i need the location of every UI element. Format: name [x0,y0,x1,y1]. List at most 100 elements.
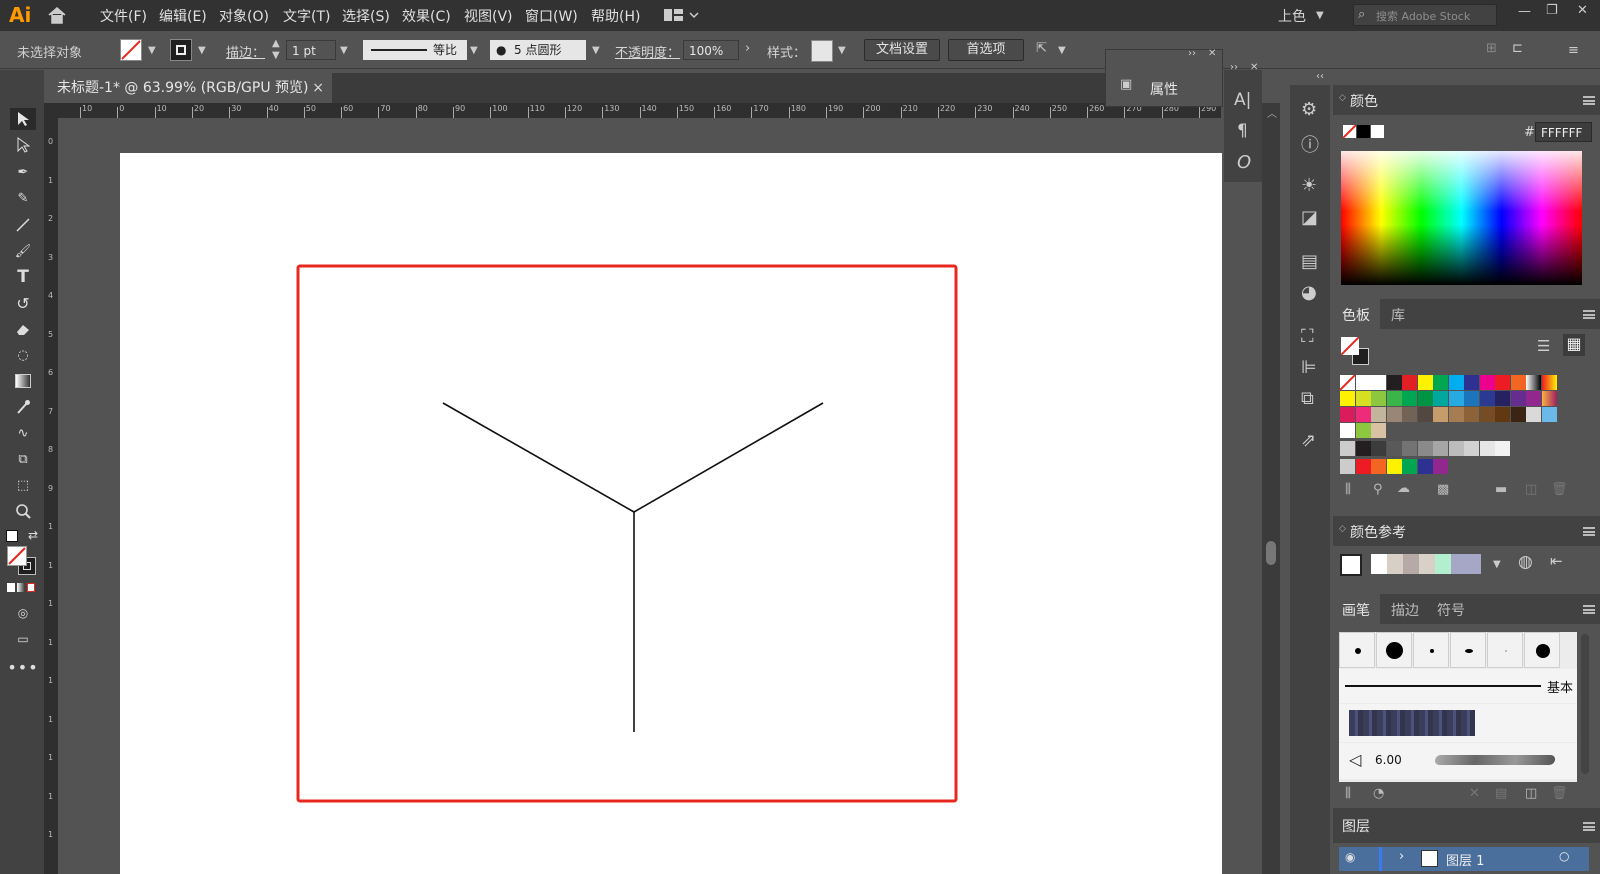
brush-tip-4[interactable] [1450,632,1486,668]
swatch[interactable] [1495,391,1510,406]
preferences-button[interactable]: 首选项 [948,39,1024,61]
swatch[interactable] [1479,441,1495,456]
tab-libraries[interactable]: 库 [1391,305,1405,325]
opacity-label[interactable]: 不透明度： [615,42,680,61]
new-group-icon[interactable]: ▬ [1495,482,1507,497]
swatch[interactable] [1355,391,1371,406]
minimize-icon[interactable]: — [1518,4,1531,19]
direct-selection-tool-icon[interactable] [10,134,36,156]
library-icon[interactable]: ⫼ [1345,482,1351,497]
swatch[interactable] [1340,423,1355,438]
new-brush-icon[interactable]: ◫ [1525,786,1537,801]
swatch[interactable] [1417,375,1433,390]
black-swatch[interactable] [1357,125,1370,138]
scroll-up-icon[interactable]: ︿ [1267,105,1277,120]
zoom-tool-icon[interactable] [10,500,36,522]
save-group-icon[interactable]: ⇤ [1550,552,1563,570]
chevron-down-icon[interactable]: ▼ [1316,10,1324,21]
swatch[interactable] [1355,375,1371,390]
chevron-right-icon[interactable]: › [1399,849,1404,864]
menu-help[interactable]: 帮助(H) [591,6,640,26]
brush-list[interactable]: 基本 ◁ 6.00 [1339,632,1577,782]
swatch[interactable] [1355,407,1371,422]
align-icon[interactable]: ⊞ [1486,41,1497,56]
fill-stroke-mini[interactable] [1340,336,1371,367]
swatch[interactable] [1541,391,1557,406]
menu-effect[interactable]: 效果(C) [402,6,451,26]
color-spectrum[interactable] [1341,151,1582,285]
chevron-down-icon[interactable]: ▼ [1493,559,1501,570]
document-setup-button[interactable]: 文档设置 [864,39,940,61]
align-panel-icon[interactable]: ⊫ [1301,357,1317,378]
swatch[interactable] [1495,375,1510,390]
export-icon[interactable]: ⇗ [1301,430,1316,451]
stock-search[interactable]: ⌕ 搜索 Adobe Stock [1353,4,1497,26]
swatch[interactable] [1402,441,1417,456]
vertical-scrollbar[interactable]: ︿ [1262,103,1280,874]
shape-builder-tool-icon[interactable]: ⧉ [10,448,36,470]
list-view-icon[interactable]: ☰ [1537,337,1557,357]
chevron-down-icon[interactable]: ▼ [470,45,478,56]
swatch[interactable] [1526,391,1541,406]
arrange-documents-icon[interactable] [664,9,700,27]
search-input[interactable]: 搜索 Adobe Stock [1376,8,1470,24]
brush-tip-6[interactable] [1524,632,1560,668]
chevron-down-icon[interactable]: ▼ [838,45,846,56]
fill-swatch[interactable] [120,39,142,61]
horizontal-ruler[interactable]: 10 0 10 20 30 40 50 60 70 80 90 100 110 120 130 140 150 1… [58,103,1221,118]
remove-stroke-icon[interactable]: ✕ [1469,786,1480,801]
target-icon[interactable]: ○ [1559,849,1569,863]
color-wheel-icon[interactable]: ◍ [1518,552,1533,572]
panel-menu-icon[interactable]: ≡ [1568,43,1579,58]
brush-definition-select[interactable]: ● 5 点圆形 [490,40,586,60]
swatch[interactable] [1386,391,1402,406]
workspace-switcher[interactable]: 上色 [1278,6,1306,26]
swatch[interactable] [1464,391,1479,406]
restore-icon[interactable]: ❐ [1546,3,1558,18]
tab-brushes[interactable]: 画笔 [1333,594,1380,624]
layer-row[interactable]: ◉ › 图层 1 ○ [1339,847,1589,871]
panel-menu-icon[interactable] [1583,310,1595,319]
swatch[interactable] [1433,391,1448,406]
swatch[interactable] [1402,407,1417,422]
swatch[interactable] [1433,375,1448,390]
chevron-down-icon[interactable]: ▼ [148,45,156,56]
lasso-tool-icon[interactable]: ◌ [10,344,36,366]
scroll-thumb[interactable] [1266,541,1276,565]
menu-type[interactable]: 文字(T) [283,6,330,26]
appearance-icon[interactable]: ☀ [1301,175,1317,196]
distribute-icon[interactable]: ⊏ [1512,41,1523,56]
gear-icon[interactable]: ⚙ [1301,99,1317,120]
swatch[interactable] [1355,441,1371,456]
style-swatch[interactable] [811,40,833,62]
menu-file[interactable]: 文件(F) [100,6,147,26]
swatch[interactable] [1433,407,1448,422]
screen-mode-icon[interactable]: ▭ [10,628,36,650]
chevron-icon[interactable]: ◇ [1339,524,1346,534]
line-tool-icon[interactable] [10,214,36,236]
gradient-tool-icon[interactable] [10,370,36,392]
type-tool-icon[interactable]: T [10,266,36,288]
layers-panel-title[interactable]: 图层 [1342,816,1370,836]
swatch[interactable] [1371,459,1386,474]
selection-tool-icon[interactable] [10,108,36,130]
document-tab[interactable]: 未标题-1* @ 63.99% (RGB/GPU 预览) × [46,73,332,103]
curvature-tool-icon[interactable]: ✎ [10,187,36,209]
swatch[interactable] [1386,407,1402,422]
brush-tip-2[interactable] [1376,632,1412,668]
close-icon[interactable]: ✕ [1577,3,1588,18]
tab-stroke[interactable]: 描边 [1391,600,1419,620]
swatch[interactable] [1448,391,1464,406]
options-icon[interactable]: ▤ [1495,786,1507,801]
tab-symbols[interactable]: 符号 [1437,600,1465,620]
swatch[interactable] [1402,459,1417,474]
paintbrush-tool-icon[interactable]: 🖌 [10,240,36,262]
stroke-stepper-icon[interactable]: ▲ ▼ [272,38,280,62]
swatch[interactable] [1464,441,1479,456]
artboard-tool-icon[interactable]: ⬚ [10,474,36,496]
blend-tool-icon[interactable]: ∿ [10,422,36,444]
swatch[interactable] [1510,375,1526,390]
base-color-swatch[interactable] [1340,554,1362,576]
default-colors-icon[interactable] [6,530,18,542]
opacity-input[interactable]: 100% [683,40,739,60]
